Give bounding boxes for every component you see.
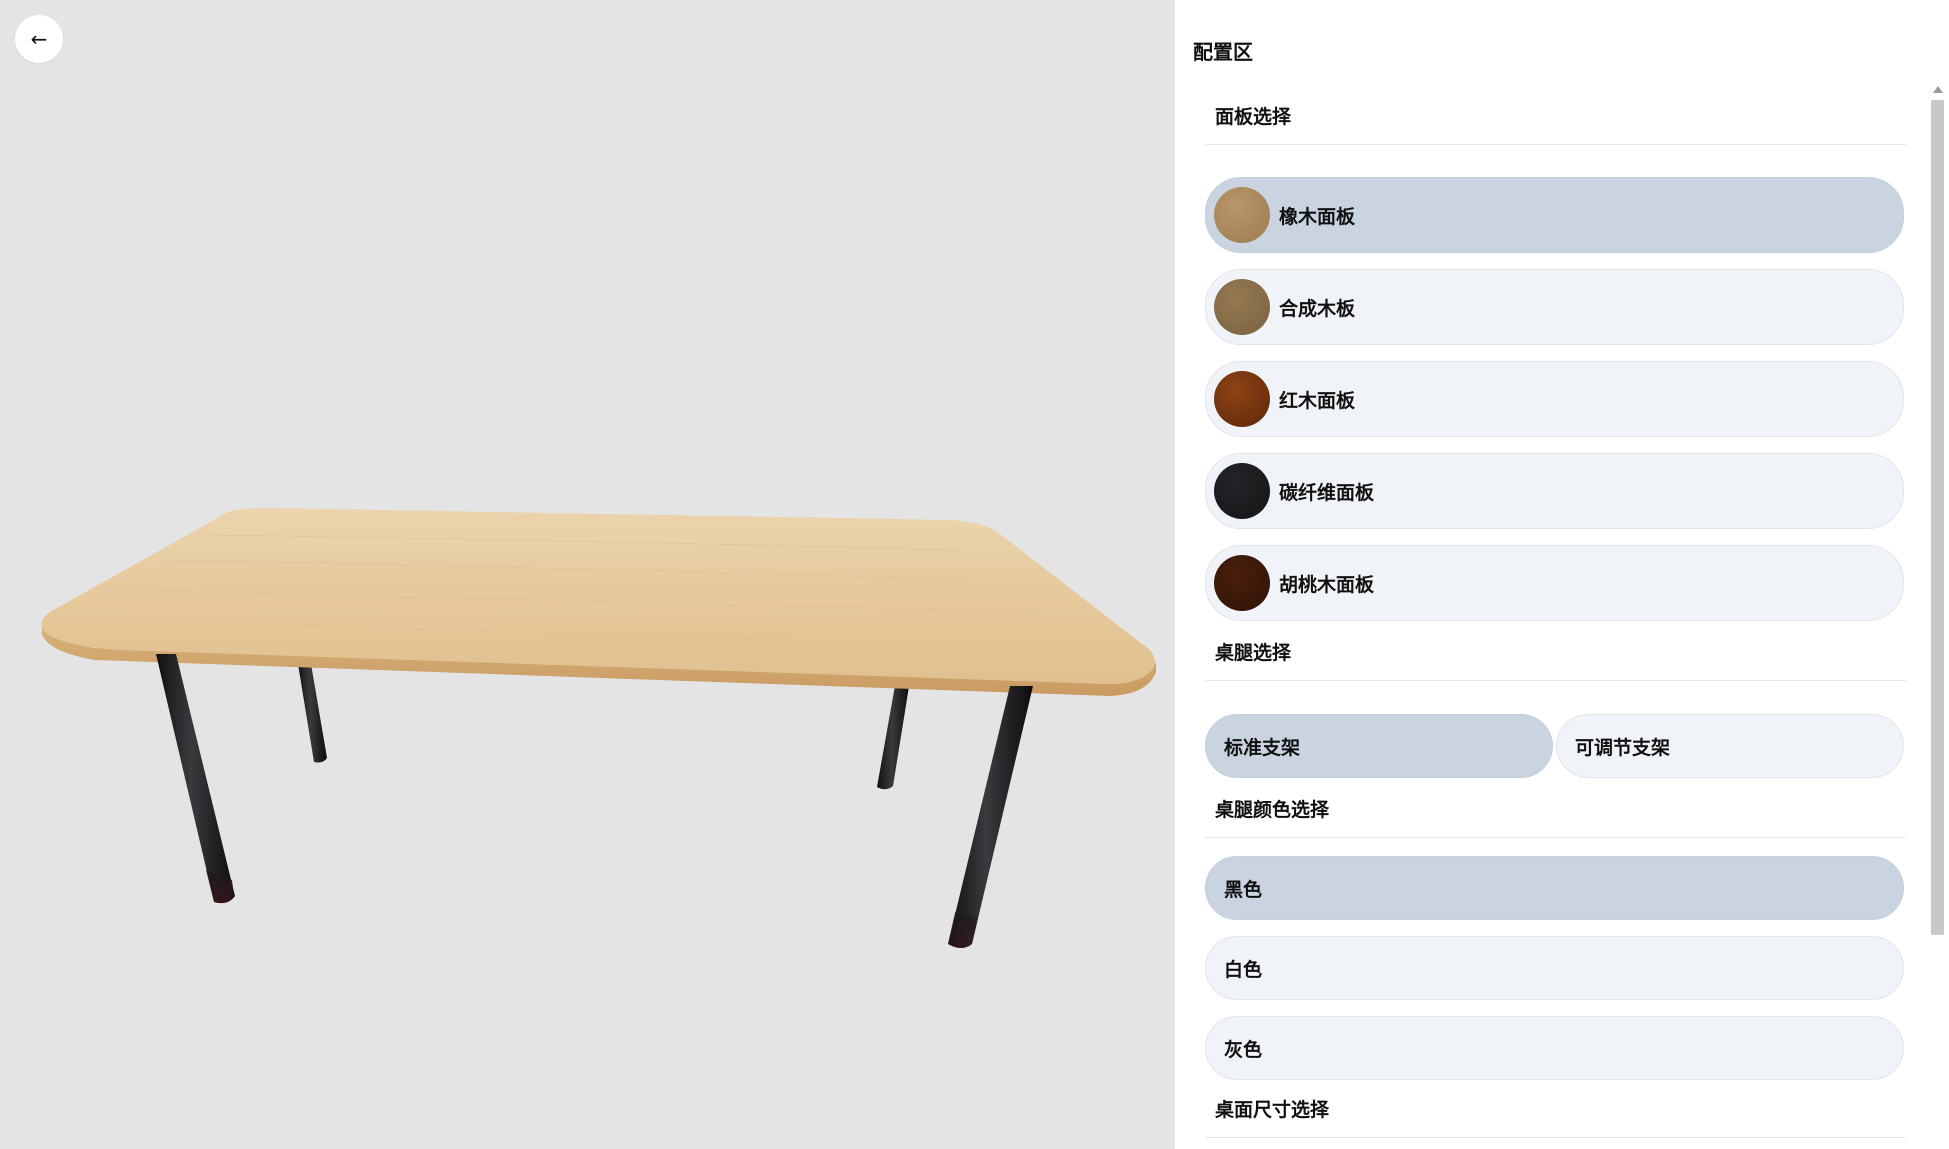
oak-swatch <box>1214 187 1270 243</box>
leg-color-gray[interactable]: 灰色 <box>1205 1016 1904 1080</box>
leg-option-standard[interactable]: 标准支架 <box>1205 714 1553 778</box>
table-leg-front-right <box>948 686 1033 948</box>
table-leg-back-left <box>297 658 327 763</box>
walnut-swatch <box>1214 555 1270 611</box>
panel-option-composite[interactable]: 合成木板 <box>1205 269 1904 345</box>
option-label: 合成木板 <box>1279 297 1356 320</box>
scrollbar-thumb[interactable] <box>1931 100 1944 935</box>
panel-select-title: 面板选择 <box>1215 106 1292 128</box>
leg-color-white[interactable]: 白色 <box>1205 936 1904 1000</box>
scroll-up-arrow-icon[interactable] <box>1933 86 1943 93</box>
divider <box>1205 680 1906 681</box>
config-scroll-area[interactable]: 面板选择 橡木面板 合成木板 红木面板 碳纤维面板 胡桃木面板 桌腿选择 标准支… <box>1205 85 1906 1149</box>
leg-color-title: 桌腿颜色选择 <box>1215 799 1330 821</box>
mahogany-swatch <box>1214 371 1270 427</box>
option-label: 灰色 <box>1224 1038 1263 1061</box>
top-size-title: 桌面尺寸选择 <box>1215 1099 1330 1121</box>
option-label: 可调节支架 <box>1575 736 1671 759</box>
table-leg-back-right <box>877 680 910 790</box>
panel-title: 配置区 <box>1193 40 1253 64</box>
option-label: 红木面板 <box>1279 389 1356 412</box>
table-leg-front-left <box>156 654 235 904</box>
3d-viewer[interactable]: ← <box>0 0 1175 1149</box>
table-3d-model[interactable] <box>0 0 1175 1149</box>
panel-option-mahogany[interactable]: 红木面板 <box>1205 361 1904 437</box>
divider <box>1205 1137 1906 1138</box>
option-label: 胡桃木面板 <box>1279 573 1375 596</box>
leg-color-black[interactable]: 黑色 <box>1205 856 1904 920</box>
leg-option-adjustable[interactable]: 可调节支架 <box>1556 714 1904 778</box>
config-panel: 配置区 面板选择 橡木面板 合成木板 红木面板 碳纤维面板 胡桃木面板 桌腿选择 <box>1175 0 1949 1149</box>
divider <box>1205 144 1906 145</box>
option-label: 碳纤维面板 <box>1279 481 1375 504</box>
option-label: 白色 <box>1224 958 1263 981</box>
panel-option-carbon[interactable]: 碳纤维面板 <box>1205 453 1904 529</box>
option-label: 黑色 <box>1224 878 1263 901</box>
option-label: 橡木面板 <box>1279 205 1356 228</box>
option-label: 标准支架 <box>1224 736 1301 759</box>
panel-option-walnut[interactable]: 胡桃木面板 <box>1205 545 1904 621</box>
composite-swatch <box>1214 279 1270 335</box>
divider <box>1205 837 1906 838</box>
carbon-swatch <box>1214 463 1270 519</box>
leg-select-title: 桌腿选择 <box>1215 642 1292 664</box>
panel-option-oak[interactable]: 橡木面板 <box>1205 177 1904 253</box>
